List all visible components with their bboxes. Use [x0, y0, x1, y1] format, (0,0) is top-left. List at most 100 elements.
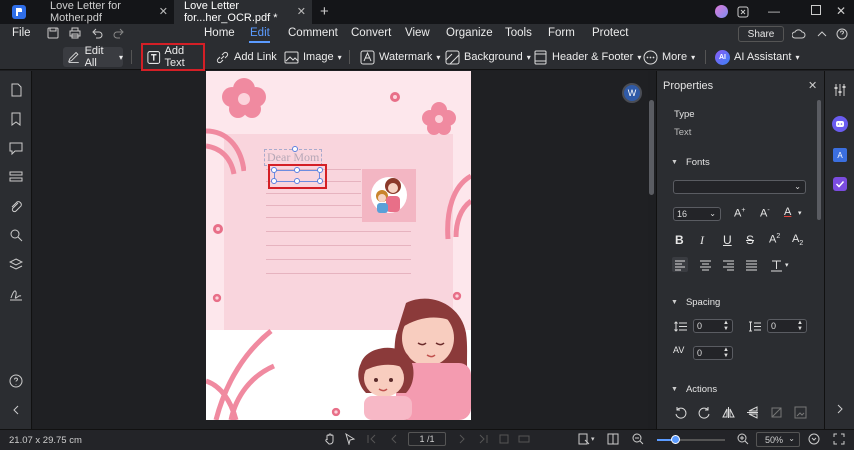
text-resize-handle[interactable]	[294, 167, 300, 173]
stepper-arrows-icon[interactable]: ▲ ▼	[723, 347, 729, 359]
mother-daughter-photo[interactable]	[362, 169, 416, 222]
check-task-icon[interactable]	[833, 177, 847, 191]
first-page-icon[interactable]	[366, 433, 378, 445]
text-resize-handle[interactable]	[317, 178, 323, 184]
search-icon[interactable]	[9, 228, 23, 242]
close-tab-icon[interactable]: ✕	[159, 5, 168, 18]
bold-icon[interactable]: B	[675, 233, 684, 247]
layers-list-icon[interactable]	[9, 170, 23, 184]
minimize-icon[interactable]: —	[768, 4, 780, 18]
character-spacing-input[interactable]: 0 ▲ ▼	[693, 346, 733, 360]
translate-icon[interactable]: A	[833, 148, 847, 162]
text-resize-handle[interactable]	[294, 178, 300, 184]
redo-icon[interactable]	[113, 27, 125, 39]
text-resize-handle[interactable]	[271, 167, 277, 173]
zoom-in-icon[interactable]	[737, 433, 749, 445]
zoom-slider[interactable]	[657, 439, 725, 441]
italic-icon[interactable]: I	[700, 233, 704, 248]
align-right-icon[interactable]	[722, 259, 735, 272]
menu-file[interactable]: File	[12, 27, 31, 39]
ai-chat-icon[interactable]	[832, 116, 848, 132]
signature-icon[interactable]	[9, 287, 23, 301]
fonts-section-header[interactable]: ▼ Fonts	[671, 157, 710, 168]
actions-section-header[interactable]: ▼ Actions	[671, 384, 717, 395]
zoom-slider-handle[interactable]	[671, 435, 681, 444]
add-link-button[interactable]: Add Link	[215, 47, 277, 67]
notification-icon[interactable]	[737, 6, 749, 18]
menu-tools[interactable]: Tools	[505, 27, 532, 39]
menu-form[interactable]: Form	[548, 27, 575, 39]
superscript-icon[interactable]: A2	[769, 233, 780, 246]
crop-icon[interactable]	[770, 406, 783, 419]
reading-mode-icon[interactable]	[607, 433, 619, 445]
background-button[interactable]: Background ▾	[445, 47, 531, 67]
page-number-input[interactable]: 1 /1	[408, 432, 446, 446]
help-icon[interactable]	[836, 28, 848, 40]
help-circle-icon[interactable]	[9, 374, 23, 388]
expand-panel-icon[interactable]	[834, 403, 846, 415]
text-baseline-icon[interactable]	[770, 259, 783, 272]
subscript-icon[interactable]: A2	[792, 233, 803, 247]
collapse-left-icon[interactable]	[9, 403, 23, 417]
align-center-icon[interactable]	[699, 259, 712, 272]
bookmark-icon[interactable]	[9, 112, 23, 126]
align-justify-icon[interactable]	[745, 259, 758, 272]
more-button[interactable]: More ▾	[643, 47, 695, 67]
avatar[interactable]	[715, 5, 728, 18]
close-panel-icon[interactable]: ✕	[808, 79, 817, 92]
undo-icon[interactable]	[91, 27, 103, 39]
print-icon[interactable]	[69, 27, 81, 39]
replace-image-icon[interactable]	[794, 406, 807, 419]
cloud-upload-icon[interactable]	[792, 28, 806, 40]
font-size-select[interactable]: 16 ⌄	[673, 207, 721, 221]
font-family-select[interactable]: ⌄	[673, 180, 806, 194]
stepper-arrows-icon[interactable]: ▲ ▼	[723, 320, 729, 332]
collapse-ribbon-icon[interactable]	[816, 28, 828, 40]
ai-assistant-button[interactable]: AI AI Assistant ▾	[715, 47, 800, 67]
close-tab-icon[interactable]: ✕	[297, 5, 306, 18]
flip-horizontal-icon[interactable]	[722, 406, 735, 419]
canvas-scrollbar[interactable]	[649, 100, 654, 420]
scrollbar-thumb[interactable]	[649, 100, 654, 195]
rotate-right-icon[interactable]	[698, 406, 711, 419]
header-footer-button[interactable]: Header & Footer ▾	[533, 47, 641, 67]
align-left-icon[interactable]	[672, 257, 688, 272]
close-window-icon[interactable]: ✕	[836, 4, 846, 18]
next-page-icon[interactable]	[456, 433, 468, 445]
watermark-button[interactable]: Watermark ▾	[360, 47, 440, 67]
menu-home[interactable]: Home	[204, 27, 235, 39]
menu-edit[interactable]: Edit	[250, 27, 270, 39]
tab-love-letter-for-mother[interactable]: Love Letter for Mother.pdf ✕	[40, 0, 174, 24]
image-button[interactable]: Image ▾	[284, 47, 342, 67]
page-display-icon[interactable]	[578, 433, 590, 445]
collapse-circle-icon[interactable]	[808, 433, 820, 445]
previous-page-icon[interactable]	[388, 433, 400, 445]
spacing-section-header[interactable]: ▼ Spacing	[671, 297, 720, 308]
add-text-button[interactable]: Add Text	[141, 43, 205, 71]
text-resize-handle[interactable]	[292, 146, 298, 152]
edit-all-button[interactable]: Edit All ▾	[63, 45, 123, 69]
strikethrough-icon[interactable]: S	[746, 233, 754, 247]
underline-icon[interactable]: U	[723, 233, 732, 247]
attachment-icon[interactable]	[9, 199, 23, 213]
ocr-word-badge-icon[interactable]: W	[622, 83, 642, 103]
font-color-icon[interactable]: A	[784, 206, 791, 218]
paragraph-spacing-input[interactable]: 0 ▲ ▼	[767, 319, 807, 333]
zoom-level-select[interactable]: 50% ⌄	[756, 432, 800, 447]
select-tool-icon[interactable]	[344, 433, 356, 445]
share-button[interactable]: Share	[738, 26, 784, 42]
pdf-page[interactable]: Dear Mom	[206, 71, 471, 420]
layers-icon[interactable]	[9, 258, 23, 272]
save-icon[interactable]	[47, 27, 59, 39]
last-page-icon[interactable]	[477, 433, 489, 445]
text-resize-handle[interactable]	[317, 167, 323, 173]
menu-organize[interactable]: Organize	[446, 27, 493, 39]
tab-love-letter-ocr[interactable]: Love Letter for...her_OCR.pdf * ✕	[174, 0, 312, 24]
text-resize-handle[interactable]	[271, 178, 277, 184]
rotate-left-icon[interactable]	[674, 406, 687, 419]
fit-page-icon[interactable]	[498, 433, 510, 445]
decrease-font-size-icon[interactable]: A-	[760, 207, 770, 220]
increase-font-size-icon[interactable]: A+	[734, 207, 745, 220]
menu-protect[interactable]: Protect	[592, 27, 628, 39]
menu-comment[interactable]: Comment	[288, 27, 338, 39]
